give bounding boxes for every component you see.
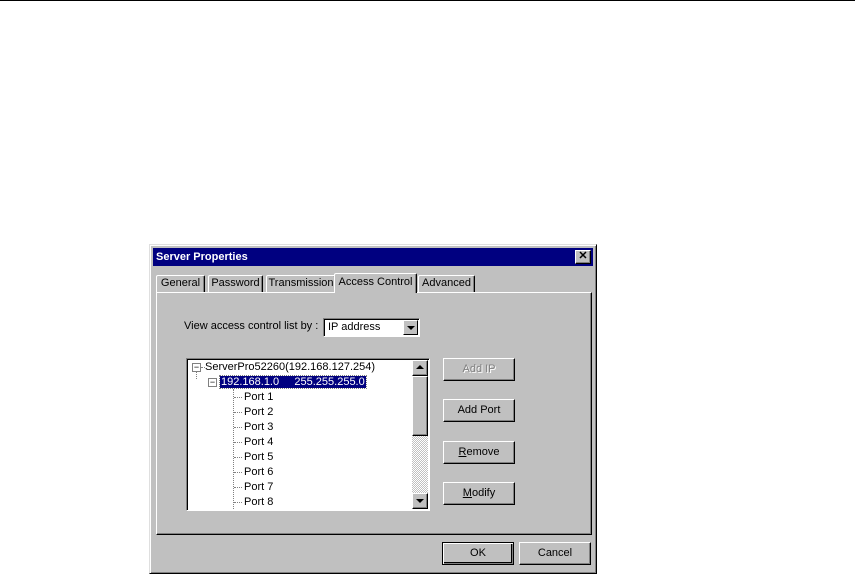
tree-connector <box>196 372 197 379</box>
tree-connector <box>234 457 242 458</box>
tree-connector <box>234 397 242 398</box>
tree-scrollbar[interactable] <box>412 360 428 509</box>
modify-label-rest: odify <box>471 487 496 499</box>
tree-node-port[interactable]: Port 7 <box>244 480 273 494</box>
tree-node-port[interactable]: Port 4 <box>244 435 273 449</box>
tree-node-ip-label: 192.168.1.0 255.255.255.0 <box>219 375 367 389</box>
tree-connector <box>234 442 242 443</box>
modify-mnemonic: M <box>462 487 472 499</box>
page-top-rule <box>0 0 855 1</box>
close-button[interactable]: ✕ <box>575 250 591 264</box>
add-port-button[interactable]: Add Port <box>443 399 515 422</box>
collapse-icon[interactable]: − <box>192 363 201 372</box>
tab-label: Transmission <box>268 277 334 289</box>
collapse-icon[interactable]: − <box>208 378 217 387</box>
tree-content: − ServerPro52260(192.168.127.254) − 192.… <box>187 359 411 510</box>
scroll-up-arrow-icon[interactable] <box>412 360 428 376</box>
view-by-label: View access control list by : <box>184 320 319 332</box>
scroll-thumb[interactable] <box>412 376 428 436</box>
dialog-title: Server Properties <box>156 251 248 263</box>
scroll-down-arrow-icon[interactable] <box>412 493 428 509</box>
remove-label-rest: emove <box>466 446 500 458</box>
tree-connector <box>234 487 242 488</box>
tree-node-port[interactable]: Port 6 <box>244 465 273 479</box>
tab-strip: General Password Transmission Access Con… <box>156 273 592 293</box>
tab-advanced[interactable]: Advanced <box>418 275 475 292</box>
access-control-tree[interactable]: − ServerPro52260(192.168.127.254) − 192.… <box>186 358 430 511</box>
cancel-button[interactable]: Cancel <box>519 542 591 565</box>
tab-label: Password <box>211 277 260 289</box>
tree-node-port[interactable]: Port 5 <box>244 450 273 464</box>
server-properties-dialog: Server Properties ✕ General Password Tra… <box>149 244 597 574</box>
tree-connector <box>234 472 242 473</box>
tree-node-server[interactable]: ServerPro52260(192.168.127.254) <box>205 360 375 374</box>
remove-button[interactable]: Remove <box>443 441 515 464</box>
tree-connector <box>234 427 242 428</box>
tab-transmission[interactable]: Transmission <box>266 275 336 292</box>
tree-node-port[interactable]: Port 8 <box>244 495 273 509</box>
tab-label: General <box>160 277 201 289</box>
tab-password[interactable]: Password <box>208 275 263 292</box>
add-ip-button[interactable]: Add IP <box>443 358 515 381</box>
tree-node-port[interactable]: Port 1 <box>244 390 273 404</box>
tree-connector <box>234 502 242 503</box>
modify-button[interactable]: Modify <box>443 482 515 505</box>
tab-access-control[interactable]: Access Control <box>334 273 417 293</box>
access-control-panel: View access control list by : IP address… <box>156 292 592 535</box>
tree-connector <box>233 389 234 509</box>
tab-label: Access Control <box>338 276 413 288</box>
chevron-down-icon[interactable] <box>403 320 418 335</box>
tree-node-port[interactable]: Port 3 <box>244 420 273 434</box>
view-by-select[interactable]: IP address <box>323 318 420 337</box>
tree-node-ip[interactable]: 192.168.1.0 255.255.255.0 <box>219 375 367 389</box>
tree-connector <box>234 412 242 413</box>
ok-button[interactable]: OK <box>442 542 514 565</box>
close-icon: ✕ <box>578 250 588 262</box>
view-by-value: IP address <box>328 321 381 333</box>
tab-label: Advanced <box>422 277 471 289</box>
tab-general[interactable]: General <box>156 275 205 292</box>
dialog-titlebar[interactable]: Server Properties ✕ <box>153 248 593 266</box>
tree-node-port[interactable]: Port 2 <box>244 405 273 419</box>
